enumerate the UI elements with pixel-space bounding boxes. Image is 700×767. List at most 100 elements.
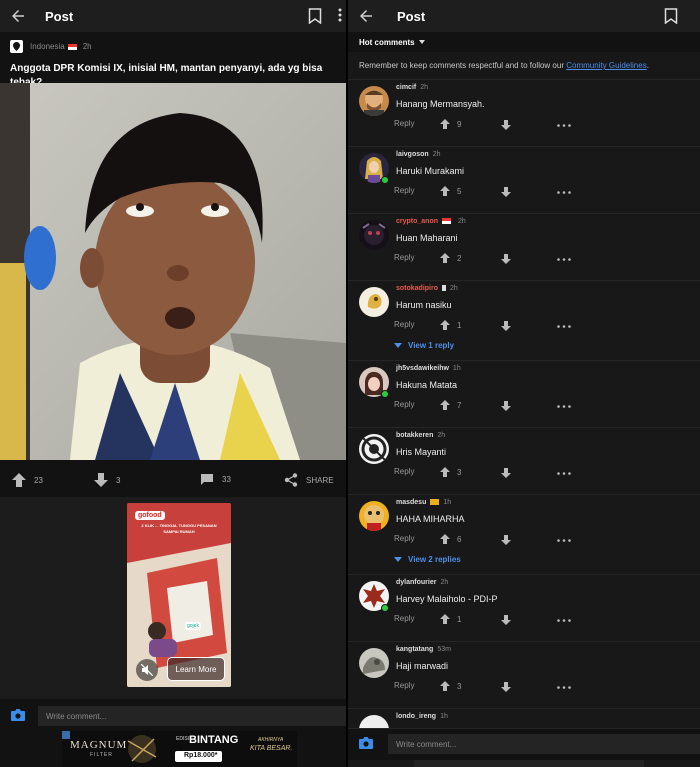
more-horizontal-icon[interactable] <box>557 325 571 328</box>
comment-username[interactable]: sotokadipiro 2h <box>396 285 458 292</box>
banner-ad-strip[interactable] <box>414 760 644 767</box>
reply-button[interactable]: Reply <box>394 186 414 195</box>
caret-down-icon <box>418 40 425 44</box>
reply-button[interactable]: Reply <box>394 534 414 543</box>
banner-title: BINTANG <box>189 734 239 746</box>
more-horizontal-icon[interactable] <box>557 686 571 689</box>
more-horizontal-icon[interactable] <box>557 258 571 261</box>
reply-button[interactable]: Reply <box>394 320 414 329</box>
view-replies-button[interactable]: View 1 reply <box>394 341 454 350</box>
community-name[interactable]: Indonesia <box>30 42 65 51</box>
sort-dropdown[interactable]: Hot comments <box>348 32 700 52</box>
banner-brand: MAGNUM <box>70 739 128 751</box>
arrow-down-icon[interactable] <box>501 535 511 545</box>
upvote-button[interactable]: 2 <box>440 253 461 263</box>
share-label: SHARE <box>306 475 334 485</box>
gojek-logo: gojek <box>185 622 201 630</box>
vote-count: 3 <box>457 681 462 691</box>
mute-button[interactable] <box>136 659 158 681</box>
comment-username[interactable]: botakkeren 2h <box>396 432 445 439</box>
online-status-dot <box>381 176 389 184</box>
more-horizontal-icon[interactable] <box>557 405 571 408</box>
upvote-button[interactable]: 1 <box>440 320 461 330</box>
avatar[interactable] <box>359 287 389 317</box>
comment-input[interactable]: Write comment... <box>38 706 346 726</box>
banner-slogan-2: KITA BESAR. <box>250 745 293 752</box>
upvote-button[interactable]: 9 <box>440 119 461 129</box>
community-guidelines-link[interactable]: Community Guidelines <box>566 61 646 70</box>
arrow-down-icon[interactable] <box>501 468 511 478</box>
learn-more-button[interactable]: Learn More <box>167 657 225 681</box>
avatar[interactable] <box>359 648 389 678</box>
ad-tagline: 2 KLIK ... TINGGAL TUNGGU PESANAN SAMPAI… <box>141 523 217 534</box>
comment-text: Haji marwadi <box>396 661 449 671</box>
comment-username[interactable]: dylanfourier 2h <box>396 579 448 586</box>
vote-count: 7 <box>457 400 462 410</box>
vote-count: 6 <box>457 534 462 544</box>
post-image[interactable] <box>0 83 346 460</box>
bookmark-icon[interactable] <box>664 8 678 24</box>
comment-username[interactable]: cimcif 2h <box>396 84 428 91</box>
arrow-down-icon[interactable] <box>501 401 511 411</box>
upvote-button[interactable]: 6 <box>440 534 461 544</box>
reply-button[interactable]: Reply <box>394 467 414 476</box>
comment-username[interactable]: laivgoson 2h <box>396 151 440 158</box>
upvote-button[interactable]: 23 <box>12 473 43 487</box>
comment-username[interactable]: londo_ireng 1h <box>396 713 448 720</box>
back-arrow-icon[interactable] <box>9 7 27 25</box>
arrow-down-icon[interactable] <box>501 187 511 197</box>
online-status-dot <box>381 604 389 612</box>
upvote-button[interactable]: 7 <box>440 400 461 410</box>
comment-username[interactable]: crypto_anon 2h <box>396 218 466 225</box>
comment-username[interactable]: kangtatang 53m <box>396 646 451 653</box>
bookmark-icon[interactable] <box>308 8 322 24</box>
comment-actions: Reply 1 <box>348 320 700 334</box>
downvote-count: 3 <box>116 475 121 485</box>
comment-username[interactable]: jh5vsdawikeihw 1h <box>396 365 461 372</box>
arrow-down-icon <box>94 473 108 487</box>
comment-username[interactable]: masdesu 1h <box>396 499 451 506</box>
reply-button[interactable]: Reply <box>394 614 414 623</box>
view-replies-button[interactable]: View 2 replies <box>394 555 461 564</box>
reply-button[interactable]: Reply <box>394 119 414 128</box>
magnum-banner-ad[interactable]: MAGNUM FILTER EDISI BINTANG Rp18.000* AK… <box>62 731 297 767</box>
avatar[interactable] <box>359 220 389 250</box>
upvote-button[interactable]: 3 <box>440 467 461 477</box>
camera-icon[interactable] <box>358 736 374 750</box>
avatar[interactable] <box>359 434 389 464</box>
upvote-button[interactable]: 3 <box>440 681 461 691</box>
reply-button[interactable]: Reply <box>394 253 414 262</box>
vote-count: 2 <box>457 253 462 263</box>
reply-button[interactable]: Reply <box>394 400 414 409</box>
more-horizontal-icon[interactable] <box>557 472 571 475</box>
indonesia-flag-icon <box>442 218 452 225</box>
upvote-button[interactable]: 5 <box>440 186 461 196</box>
camera-icon[interactable] <box>10 708 26 722</box>
more-horizontal-icon[interactable] <box>557 191 571 194</box>
reply-button[interactable]: Reply <box>394 681 414 690</box>
vote-count: 1 <box>457 320 462 330</box>
arrow-up-icon <box>440 614 450 624</box>
arrow-down-icon[interactable] <box>501 254 511 264</box>
more-horizontal-icon[interactable] <box>557 539 571 542</box>
comment-actions: Reply 7 <box>348 400 700 414</box>
comment-actions: Reply 9 <box>348 119 700 133</box>
arrow-down-icon[interactable] <box>501 615 511 625</box>
avatar[interactable] <box>359 501 389 531</box>
upvote-button[interactable]: 1 <box>440 614 461 624</box>
more-horizontal-icon[interactable] <box>557 619 571 622</box>
arrow-down-icon[interactable] <box>501 120 511 130</box>
comment-input[interactable]: Write comment... <box>388 734 700 754</box>
downvote-button[interactable]: 3 <box>94 473 120 487</box>
chevron-down-icon <box>394 557 402 562</box>
comments-button[interactable]: 33 <box>200 473 231 486</box>
back-arrow-icon[interactable] <box>357 7 375 25</box>
share-icon <box>284 473 298 487</box>
more-vertical-icon[interactable] <box>338 8 342 22</box>
arrow-down-icon[interactable] <box>501 682 511 692</box>
video-ad[interactable]: gofood 2 KLIK ... TINGGAL TUNGGU PESANAN… <box>127 503 231 687</box>
share-button[interactable]: SHARE <box>284 473 334 487</box>
arrow-down-icon[interactable] <box>501 321 511 331</box>
more-horizontal-icon[interactable] <box>557 124 571 127</box>
avatar[interactable] <box>359 86 389 116</box>
